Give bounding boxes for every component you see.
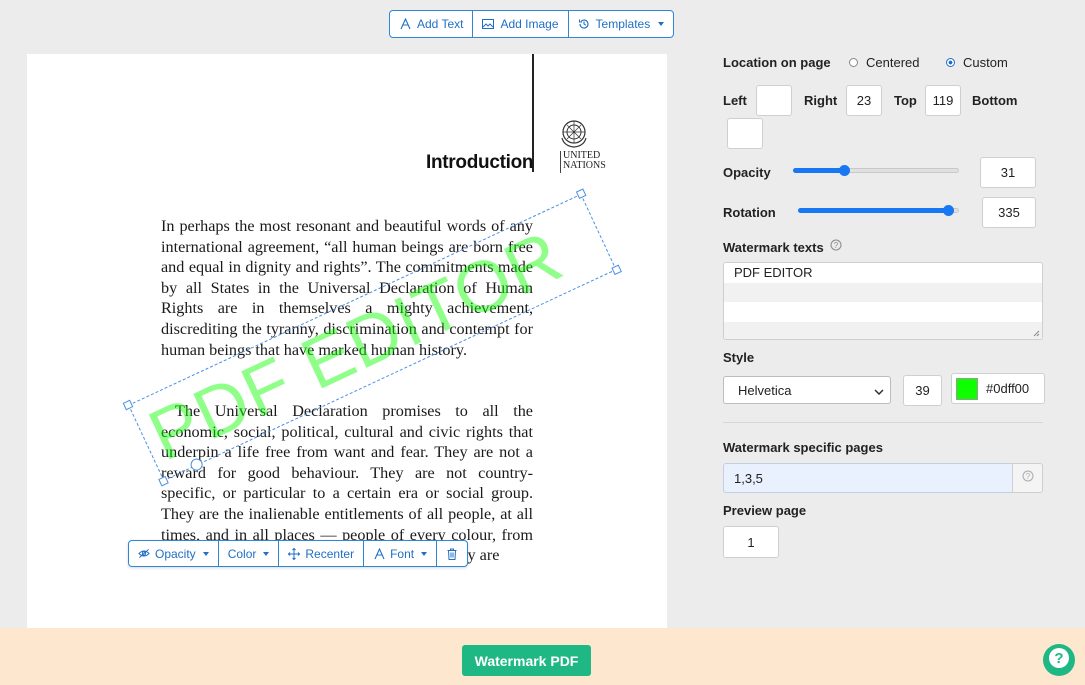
rotation-slider-thumb[interactable] xyxy=(943,205,954,216)
rotation-label: Rotation xyxy=(723,205,776,220)
top-label: Top xyxy=(894,93,917,108)
add-text-label: Add Text xyxy=(417,17,464,31)
textarea-line xyxy=(724,321,1042,339)
location-custom-option[interactable]: Custom xyxy=(946,55,1008,70)
page-title: Introduction xyxy=(426,152,534,173)
eye-slash-icon xyxy=(138,548,150,560)
color-dropdown[interactable]: Color xyxy=(219,541,280,566)
un-emblem-icon xyxy=(558,118,590,150)
bottom-input[interactable] xyxy=(727,118,763,149)
add-image-button[interactable]: Add Image xyxy=(473,11,569,37)
color-swatch[interactable] xyxy=(956,377,978,400)
image-icon xyxy=(482,18,495,30)
resize-grip-icon[interactable] xyxy=(1033,330,1040,337)
svg-text:?: ? xyxy=(1025,472,1030,481)
left-input[interactable] xyxy=(756,85,792,116)
un-logo-text: UNITED NATIONS xyxy=(563,151,606,171)
watermark-texts-header: Watermark texts ? xyxy=(723,238,842,256)
location-centered-option[interactable]: Centered xyxy=(849,55,919,70)
font-family-value: Helvetica xyxy=(738,382,792,398)
templates-dropdown[interactable]: Templates xyxy=(569,11,674,37)
watermark-texts-textarea[interactable]: PDF EDITOR xyxy=(723,262,1043,340)
recenter-button[interactable]: Recenter xyxy=(279,541,365,566)
right-input[interactable]: 23 xyxy=(846,85,882,116)
rotation-slider[interactable] xyxy=(798,205,959,216)
section-divider xyxy=(723,422,1043,423)
logo-divider xyxy=(560,151,561,173)
custom-radio[interactable] xyxy=(946,58,955,67)
style-label: Style xyxy=(723,350,755,365)
add-text-button[interactable]: Add Text xyxy=(390,11,474,37)
rotation-slider-track xyxy=(798,208,959,213)
opacity-slider-thumb[interactable] xyxy=(839,165,850,176)
recenter-label: Recenter xyxy=(305,546,355,561)
font-family-select[interactable]: Helvetica xyxy=(723,376,891,404)
chevron-down-icon xyxy=(202,551,209,556)
rotation-input[interactable]: 335 xyxy=(982,197,1036,228)
pages-help-button[interactable]: ? xyxy=(1012,463,1043,493)
help-circle-icon[interactable]: ? xyxy=(830,238,842,256)
textarea-line: PDF EDITOR xyxy=(734,265,813,280)
element-toolbar: Opacity Color Recenter Font xyxy=(128,540,469,567)
delete-button[interactable] xyxy=(437,541,467,566)
opacity-label: Opacity xyxy=(723,165,771,180)
location-label: Location on page xyxy=(723,55,831,70)
add-image-label: Add Image xyxy=(500,17,559,31)
font-dropdown[interactable]: Font xyxy=(364,541,438,566)
top-toolbar: Add Text Add Image Templates xyxy=(389,10,675,38)
history-icon xyxy=(578,18,590,30)
opacity-slider-track xyxy=(793,168,959,173)
font-size-input[interactable]: 39 xyxy=(903,375,942,406)
templates-label: Templates xyxy=(595,17,651,31)
watermark-pdf-button[interactable]: Watermark PDF xyxy=(462,645,591,676)
chevron-down-icon xyxy=(874,383,884,398)
opacity-slider[interactable] xyxy=(793,165,959,176)
chevron-down-icon xyxy=(263,551,270,556)
help-button[interactable]: ? xyxy=(1043,644,1075,676)
left-label: Left xyxy=(723,93,747,108)
trash-icon xyxy=(446,548,458,560)
textarea-line xyxy=(724,282,1042,302)
right-label: Right xyxy=(804,93,838,108)
centered-radio[interactable] xyxy=(849,58,858,67)
opacity-slider-fill xyxy=(793,168,844,173)
move-icon xyxy=(288,547,301,560)
pages-label: Watermark specific pages xyxy=(723,440,883,455)
opacity-dropdown[interactable]: Opacity xyxy=(129,541,219,566)
chevron-down-icon xyxy=(658,22,665,26)
font-label: Font xyxy=(390,546,415,561)
color-label: Color xyxy=(227,546,257,561)
un-logo-line2: NATIONS xyxy=(563,160,606,171)
svg-text:?: ? xyxy=(1054,650,1063,667)
opacity-input[interactable]: 31 xyxy=(980,157,1036,188)
rotation-slider-fill xyxy=(798,208,948,213)
svg-text:?: ? xyxy=(833,241,838,250)
bottom-label: Bottom xyxy=(972,93,1018,108)
top-input[interactable]: 119 xyxy=(925,85,961,116)
help-circle-icon: ? xyxy=(1022,469,1034,487)
opacity-label: Opacity xyxy=(155,546,196,561)
watermark-texts-label: Watermark texts xyxy=(723,239,824,255)
color-picker[interactable]: #0dff00 xyxy=(951,373,1045,404)
color-hex-value: #0dff00 xyxy=(986,381,1030,396)
text-icon xyxy=(399,18,411,30)
text-icon xyxy=(373,547,385,560)
centered-label: Centered xyxy=(866,55,920,70)
custom-label: Custom xyxy=(963,55,1008,70)
preview-page-label: Preview page xyxy=(723,503,807,518)
preview-page-input[interactable]: 1 xyxy=(723,526,779,558)
question-icon: ? xyxy=(1048,647,1070,674)
chevron-down-icon xyxy=(421,551,428,556)
textarea-line xyxy=(724,302,1042,322)
pages-input[interactable]: 1,3,5 xyxy=(723,463,1013,493)
